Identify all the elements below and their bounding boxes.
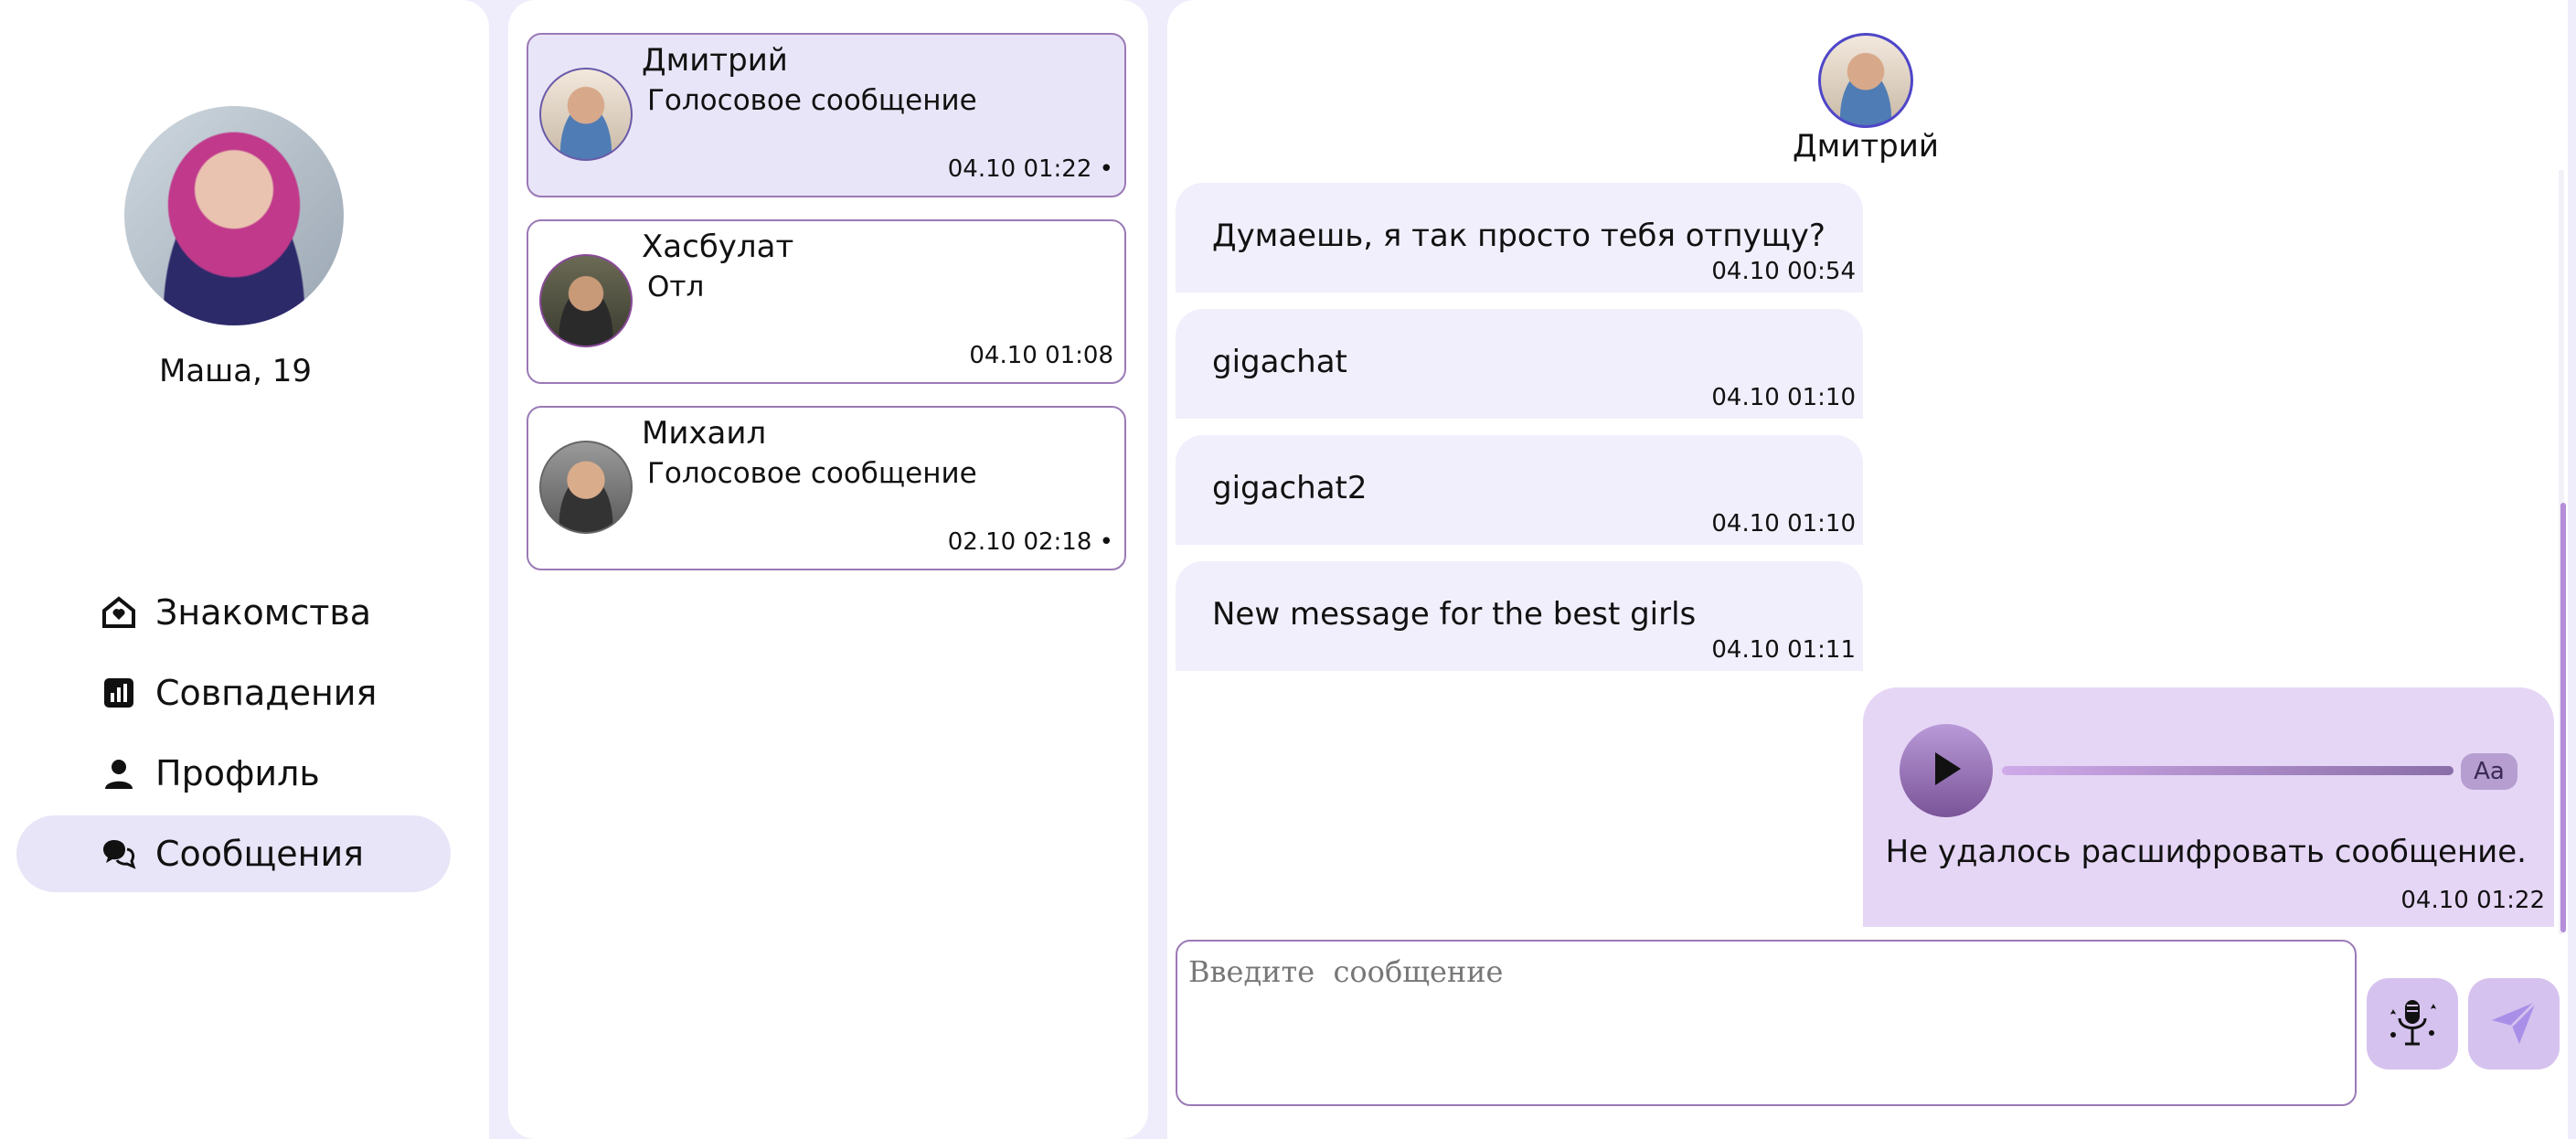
send-button[interactable]: [2468, 978, 2560, 1070]
person-icon: [101, 755, 137, 792]
incoming-message: Думаешь, я так просто тебя отпущу? 04.10…: [1176, 183, 1863, 293]
transcribe-button[interactable]: Aa: [2461, 753, 2517, 790]
message-time: 04.10 01:22 •: [947, 155, 1113, 183]
profile-name: Маша, 19: [159, 353, 312, 389]
incoming-message: New message for the best girls 04.10 01:…: [1176, 561, 1863, 671]
contact-avatar: [539, 254, 633, 347]
voice-message: Aa Не удалось расшифровать сообщение. 04…: [1863, 687, 2554, 927]
play-button[interactable]: [1900, 724, 1993, 817]
voice-transcript: Не удалось расшифровать сообщение.: [1885, 834, 2527, 870]
chat-icon: [101, 836, 137, 872]
message-input-box: [1176, 940, 2357, 1106]
message-time: 04.10 01:10: [1711, 510, 1856, 538]
message-time: 04.10 00:54: [1711, 258, 1856, 285]
dialog-item[interactable]: Хасбулат Отл 04.10 01:08: [527, 219, 1126, 384]
voice-record-button[interactable]: [2367, 978, 2458, 1070]
user-avatar[interactable]: [124, 106, 344, 325]
message-input[interactable]: [1177, 942, 2355, 1104]
message-time: 04.10 01:08: [969, 342, 1113, 369]
scrollbar-thumb[interactable]: [2560, 503, 2566, 932]
send-icon: [2486, 995, 2541, 1053]
message-text: New message for the best girls: [1212, 596, 1697, 633]
nav-item-matches[interactable]: Совпадения: [16, 655, 451, 731]
contact-name: Хасбулат: [642, 229, 794, 265]
message-time: 02.10 02:18 •: [947, 528, 1113, 556]
nav-label: Совпадения: [155, 673, 378, 713]
contact-avatar: [539, 68, 633, 161]
contact-avatar: [539, 441, 633, 534]
message-text: Думаешь, я так просто тебя отпущу?: [1212, 218, 1826, 254]
dialog-item[interactable]: Михаил Голосовое сообщение 02.10 02:18 •: [527, 406, 1126, 570]
dialog-item[interactable]: Дмитрий Голосовое сообщение 04.10 01:22 …: [527, 33, 1126, 197]
message-time: 04.10 01:10: [1711, 384, 1856, 411]
nav-item-messages[interactable]: Сообщения: [16, 815, 451, 892]
message-time: 04.10 01:11: [1711, 636, 1856, 664]
contact-name: Дмитрий: [642, 42, 788, 79]
incoming-message: gigachat2 04.10 01:10: [1176, 435, 1863, 545]
contact-name: Михаил: [642, 415, 767, 452]
home-heart-icon: [101, 594, 137, 631]
play-icon: [1928, 749, 1964, 793]
last-message: Отл: [647, 271, 705, 303]
chat-contact-name: Дмитрий: [1793, 128, 1939, 165]
message-text: gigachat2: [1212, 470, 1368, 506]
nav-label: Сообщения: [155, 834, 365, 874]
nav-label: Профиль: [155, 753, 320, 793]
audio-progress-track[interactable]: [2002, 766, 2454, 775]
microphone-icon: [2385, 995, 2440, 1053]
last-message: Голосовое сообщение: [647, 84, 977, 117]
message-time: 04.10 01:22: [2400, 887, 2545, 914]
nav-label: Знакомства: [155, 592, 372, 633]
chat-contact-avatar[interactable]: [1818, 33, 1913, 128]
nav-item-profile[interactable]: Профиль: [16, 735, 451, 812]
last-message: Голосовое сообщение: [647, 457, 977, 490]
incoming-message: gigachat 04.10 01:10: [1176, 309, 1863, 419]
nav-item-dating[interactable]: Знакомства: [16, 574, 451, 651]
message-text: gigachat: [1212, 344, 1347, 380]
stats-icon: [101, 675, 137, 711]
